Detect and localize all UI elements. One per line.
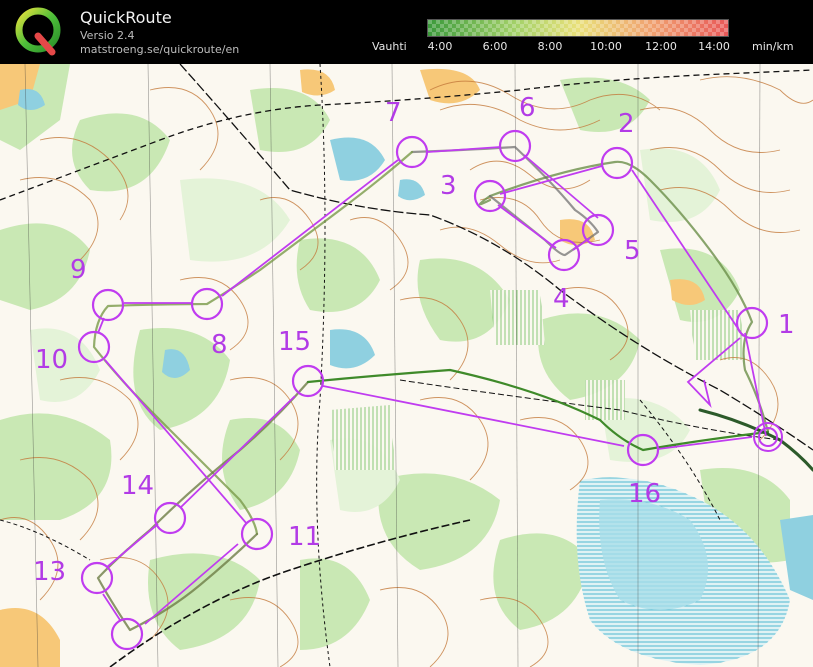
pace-label: Vauhti — [372, 40, 407, 53]
control-label-1: 1 — [778, 310, 795, 340]
control-label-10: 10 — [35, 345, 68, 375]
pace-tick-14: 14:00 — [698, 40, 730, 53]
control-label-14: 14 — [121, 471, 154, 501]
pace-tick-4: 4:00 — [427, 40, 453, 53]
control-label-9: 9 — [70, 255, 87, 285]
app-title: QuickRoute — [80, 8, 172, 27]
app-header: QuickRoute Versio 2.4 matstroeng.se/quic… — [0, 0, 813, 64]
control-label-16: 16 — [628, 479, 661, 509]
pace-color-scale — [427, 19, 729, 37]
control-label-5: 5 — [624, 236, 641, 266]
app-url[interactable]: matstroeng.se/quickroute/en — [80, 43, 239, 56]
control-label-7: 7 — [385, 98, 402, 128]
quickroute-logo-icon — [15, 7, 61, 56]
pace-tick-10: 10:00 — [590, 40, 622, 53]
control-label-15: 15 — [278, 327, 311, 357]
control-label-13: 13 — [33, 557, 66, 587]
app-version: Versio 2.4 — [80, 29, 135, 42]
control-label-4: 4 — [553, 284, 570, 314]
pace-tick-12: 12:00 — [645, 40, 677, 53]
control-label-11: 11 — [288, 522, 321, 552]
orienteering-map[interactable]: 1 2 3 4 5 6 7 8 9 10 11 13 14 15 16 — [0, 64, 813, 667]
pace-unit: min/km — [752, 40, 794, 53]
control-label-2: 2 — [618, 109, 635, 139]
pace-tick-8: 8:00 — [537, 40, 563, 53]
control-label-3: 3 — [440, 171, 457, 201]
control-label-8: 8 — [211, 330, 228, 360]
pace-tick-6: 6:00 — [482, 40, 508, 53]
map-canvas[interactable]: 1 2 3 4 5 6 7 8 9 10 11 13 14 15 16 — [0, 64, 813, 667]
control-label-6: 6 — [519, 93, 536, 123]
